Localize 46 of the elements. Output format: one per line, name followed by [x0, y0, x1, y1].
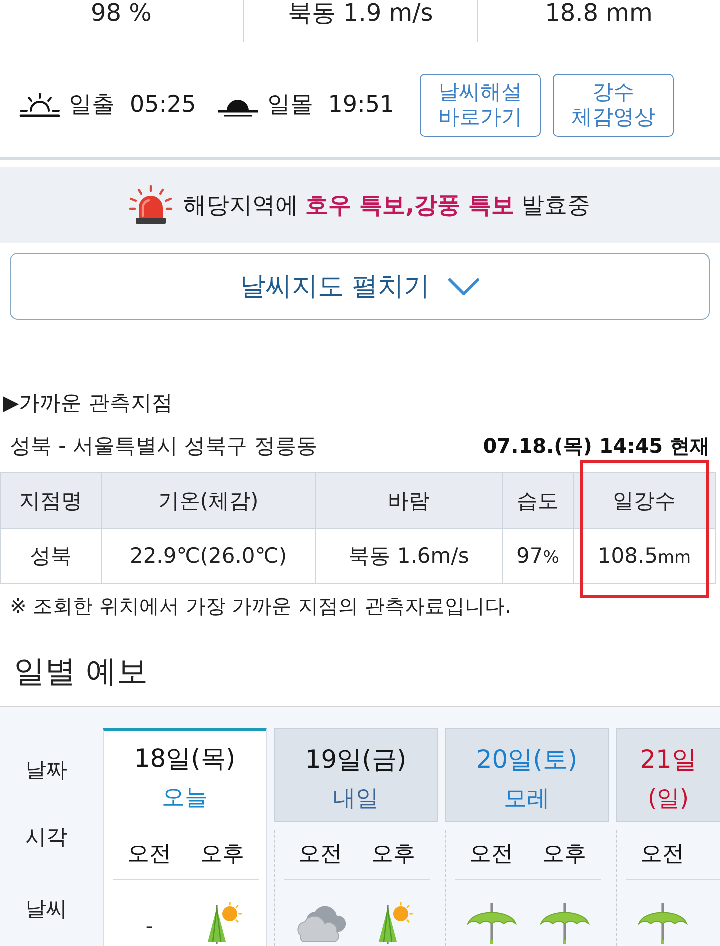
- sun-time: 05:25: [130, 91, 196, 119]
- table-cell: 97%: [502, 528, 574, 584]
- column-header: 지점명: [0, 472, 102, 528]
- weather-dash: -: [146, 914, 154, 938]
- sunrise-icon: [18, 92, 62, 118]
- stat-value: 북동 1.9 m/s: [288, 0, 434, 26]
- period-label: 오후: [542, 842, 586, 868]
- column-header: 바람: [316, 472, 502, 528]
- table-cell: 22.9℃(26.0℃): [102, 528, 316, 584]
- row-label: 날짜: [26, 756, 68, 783]
- section-heading: 일별 예보: [13, 653, 149, 692]
- stat-value: 18.8 mm: [545, 0, 653, 26]
- stat-value: 98 %: [91, 0, 152, 26]
- umbrella-icon: [538, 902, 592, 944]
- link-button[interactable]: 강수 체감영상: [553, 74, 674, 136]
- chevron-down-icon: [448, 278, 480, 296]
- map-toggle-button[interactable]: 날씨지도 펼치기: [10, 253, 710, 320]
- siren-icon: [129, 185, 174, 225]
- section-title: ▶가까운 관측지점: [2, 390, 174, 416]
- period-label: 오후: [372, 842, 416, 868]
- sun-time: 19:51: [328, 91, 395, 119]
- sun-label: 일몰: [267, 91, 314, 119]
- column-header: 기온(체감): [102, 472, 316, 528]
- day-tab[interactable]: 19일(금) 내일: [274, 728, 438, 822]
- location-text: 성북 - 서울특별시 성북구 정릉동: [10, 433, 318, 460]
- link-button[interactable]: 날씨해설 바로가기: [420, 74, 541, 136]
- day-tab[interactable]: 21일 (일): [616, 728, 720, 822]
- umbrella-icon: [464, 902, 518, 944]
- row-label: 시각: [26, 824, 68, 850]
- alert-text: 해당지역에 호우 특보,강풍 특보 발효중: [183, 192, 591, 220]
- sun-label: 일출: [69, 91, 115, 119]
- day-tab[interactable]: 20일(토) 모레: [445, 728, 609, 822]
- period-label: 오전: [128, 842, 172, 868]
- table-cell: 북동 1.6m/s: [316, 528, 502, 584]
- timestamp-text: 07.18.(목) 14:45 현재: [483, 432, 710, 460]
- column-header: 일강수: [574, 472, 716, 528]
- note-text: ※ 조회한 위치에서 가장 가까운 지점의 관측자료입니다.: [9, 594, 512, 618]
- row-label: 날씨: [26, 896, 68, 922]
- umbrella-icon: [636, 902, 690, 944]
- period-label: 오후: [200, 842, 244, 868]
- period-label: 오전: [470, 842, 514, 868]
- table-cell: 성북: [0, 528, 102, 584]
- column-header: 습도: [502, 472, 574, 528]
- period-label: 오전: [298, 842, 342, 868]
- period-label: 오전: [640, 842, 684, 868]
- table-cell: 108.5mm: [574, 528, 716, 584]
